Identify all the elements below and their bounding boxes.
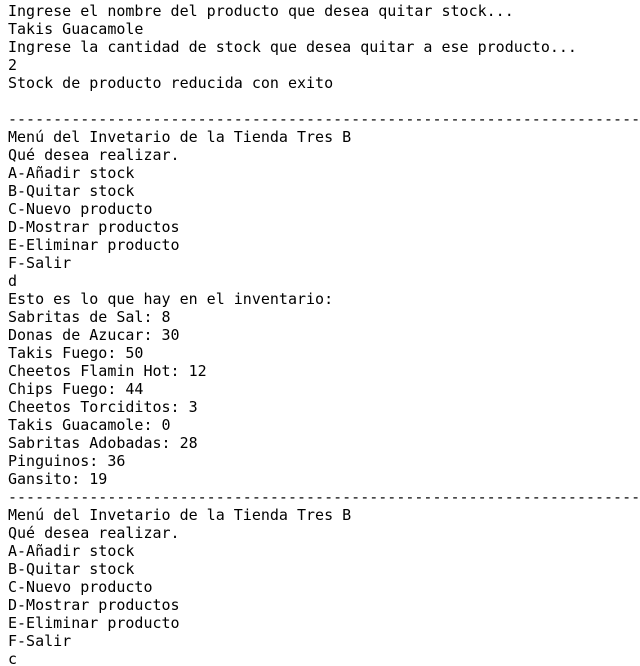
user-input-line: c bbox=[8, 650, 18, 666]
menu-option: E-Eliminar producto bbox=[8, 614, 180, 632]
output-line: Ingrese el nombre del producto que desea… bbox=[8, 2, 514, 20]
output-line: Ingrese la cantidad de stock que desea q… bbox=[8, 38, 577, 56]
user-input-line: 2 bbox=[8, 56, 18, 74]
inventory-item: Cheetos Torciditos: 3 bbox=[8, 398, 198, 416]
menu-prompt: Qué desea realizar. bbox=[8, 146, 180, 164]
divider-line: ----------------------------------------… bbox=[8, 110, 640, 128]
user-input-line: Takis Guacamole bbox=[8, 20, 144, 38]
menu-option: F-Salir bbox=[8, 632, 72, 650]
divider-line: ----------------------------------------… bbox=[8, 488, 640, 506]
inventory-item: Sabritas de Sal: 8 bbox=[8, 308, 171, 326]
inventory-item: Takis Guacamole: 0 bbox=[8, 416, 171, 434]
output-line: Stock de producto reducida con exito bbox=[8, 74, 334, 92]
inventory-item: Pinguinos: 36 bbox=[8, 452, 126, 470]
menu-option: B-Quitar stock bbox=[8, 182, 135, 200]
menu-title: Menú del Invetario de la Tienda Tres B bbox=[8, 506, 352, 524]
inventory-item: Sabritas Adobadas: 28 bbox=[8, 434, 198, 452]
menu-title: Menú del Invetario de la Tienda Tres B bbox=[8, 128, 352, 146]
inventory-item: Chips Fuego: 44 bbox=[8, 380, 144, 398]
user-input-line: d bbox=[8, 272, 18, 290]
menu-option: C-Nuevo producto bbox=[8, 200, 153, 218]
inventory-item: Cheetos Flamin Hot: 12 bbox=[8, 362, 207, 380]
inventory-header: Esto es lo que hay en el inventario: bbox=[8, 290, 334, 308]
menu-option: B-Quitar stock bbox=[8, 560, 135, 578]
menu-option: D-Mostrar productos bbox=[8, 218, 180, 236]
menu-option: E-Eliminar producto bbox=[8, 236, 180, 254]
menu-option: F-Salir bbox=[8, 254, 72, 272]
inventory-item: Gansito: 19 bbox=[8, 470, 108, 488]
menu-option: A-Añadir stock bbox=[8, 164, 135, 182]
terminal-output[interactable]: Ingrese el nombre del producto que desea… bbox=[0, 0, 640, 666]
menu-option: C-Nuevo producto bbox=[8, 578, 153, 596]
menu-prompt: Qué desea realizar. bbox=[8, 524, 180, 542]
menu-option: A-Añadir stock bbox=[8, 542, 135, 560]
inventory-item: Takis Fuego: 50 bbox=[8, 344, 144, 362]
menu-option: D-Mostrar productos bbox=[8, 596, 180, 614]
inventory-item: Donas de Azucar: 30 bbox=[8, 326, 180, 344]
